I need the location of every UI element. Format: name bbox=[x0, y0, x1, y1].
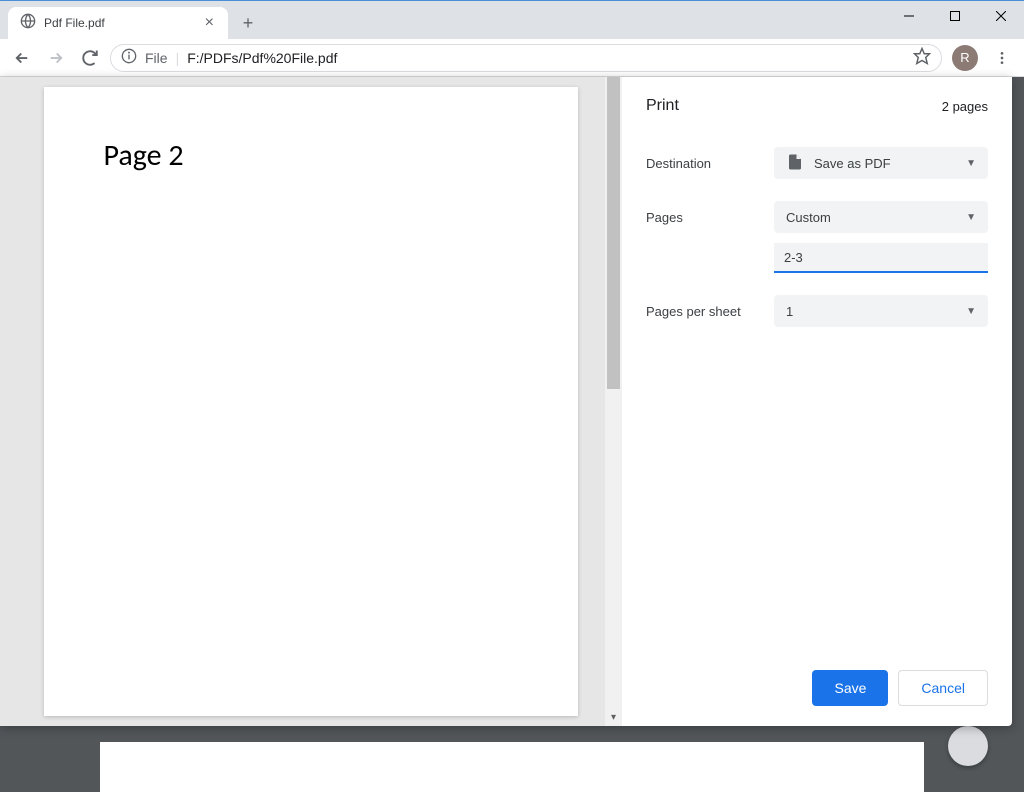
window-controls bbox=[886, 1, 1024, 31]
preview-page: Page 2 bbox=[44, 87, 579, 716]
pages-label: Pages bbox=[646, 210, 774, 225]
pages-row: Pages Custom ▼ bbox=[646, 201, 988, 233]
back-button[interactable] bbox=[8, 44, 36, 72]
destination-value: Save as PDF bbox=[814, 156, 891, 171]
url-scheme: File bbox=[145, 50, 168, 66]
pages-per-sheet-value: 1 bbox=[786, 304, 793, 319]
scroll-down-arrow-icon[interactable]: ▾ bbox=[605, 709, 622, 726]
maximize-button[interactable] bbox=[932, 1, 978, 31]
new-tab-button[interactable]: + bbox=[234, 9, 262, 37]
pages-per-sheet-select[interactable]: 1 ▼ bbox=[774, 295, 988, 327]
save-button[interactable]: Save bbox=[812, 670, 888, 706]
window-titlebar: Pdf File.pdf × + bbox=[0, 1, 1024, 39]
address-bar: File | F:/PDFs/Pdf%20File.pdf R bbox=[0, 39, 1024, 77]
print-preview-pane: Page 2 ▾ bbox=[0, 77, 622, 726]
destination-select[interactable]: Save as PDF ▼ bbox=[774, 147, 988, 179]
pages-range-row bbox=[646, 243, 988, 273]
chevron-down-icon: ▼ bbox=[966, 212, 976, 223]
page-count: 2 pages bbox=[942, 99, 988, 114]
background-page bbox=[100, 742, 924, 792]
pdf-viewer-content: Page 2 ▾ Print 2 pages Destination bbox=[0, 77, 1024, 792]
pages-mode-select[interactable]: Custom ▼ bbox=[774, 201, 988, 233]
pages-per-sheet-label: Pages per sheet bbox=[646, 304, 774, 319]
forward-button[interactable] bbox=[42, 44, 70, 72]
destination-row: Destination Save as PDF ▼ bbox=[646, 147, 988, 179]
scrollbar-thumb[interactable] bbox=[607, 77, 620, 389]
avatar-initial: R bbox=[960, 50, 969, 65]
kebab-menu-icon[interactable] bbox=[988, 44, 1016, 72]
reload-button[interactable] bbox=[76, 44, 104, 72]
tab-close-icon[interactable]: × bbox=[203, 14, 216, 32]
globe-icon bbox=[20, 13, 36, 34]
print-dialog: Page 2 ▾ Print 2 pages Destination bbox=[0, 77, 1012, 726]
preview-page-heading: Page 2 bbox=[104, 137, 519, 174]
destination-label: Destination bbox=[646, 156, 774, 171]
cancel-button[interactable]: Cancel bbox=[898, 670, 988, 706]
minimize-button[interactable] bbox=[886, 1, 932, 31]
url-path: F:/PDFs/Pdf%20File.pdf bbox=[187, 50, 337, 66]
preview-scrollbar[interactable]: ▾ bbox=[605, 77, 622, 726]
info-icon[interactable] bbox=[121, 48, 137, 67]
chevron-down-icon: ▼ bbox=[966, 306, 976, 317]
fit-page-fab[interactable] bbox=[948, 726, 988, 766]
bookmark-star-icon[interactable] bbox=[913, 47, 931, 68]
tab-title: Pdf File.pdf bbox=[44, 16, 195, 30]
url-input[interactable]: File | F:/PDFs/Pdf%20File.pdf bbox=[110, 44, 942, 72]
pages-range-input[interactable] bbox=[774, 243, 988, 273]
dialog-footer: Save Cancel bbox=[646, 670, 988, 706]
pages-per-sheet-row: Pages per sheet 1 ▼ bbox=[646, 295, 988, 327]
browser-tab[interactable]: Pdf File.pdf × bbox=[8, 7, 228, 39]
pages-mode-value: Custom bbox=[786, 210, 831, 225]
chevron-down-icon: ▼ bbox=[966, 158, 976, 169]
close-window-button[interactable] bbox=[978, 1, 1024, 31]
profile-avatar[interactable]: R bbox=[952, 45, 978, 71]
print-options-panel: Print 2 pages Destination Save as PDF ▼ bbox=[622, 77, 1012, 726]
print-title: Print bbox=[646, 97, 679, 115]
print-header: Print 2 pages bbox=[646, 97, 988, 115]
url-divider: | bbox=[176, 50, 180, 66]
pdf-file-icon bbox=[786, 153, 804, 174]
